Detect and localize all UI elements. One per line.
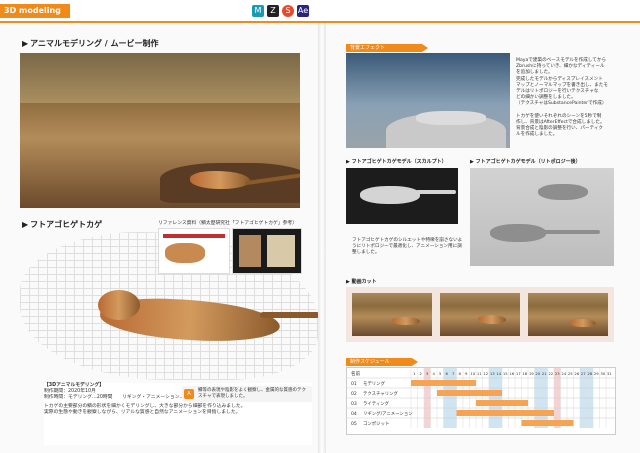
still-text-line: 完成したモデルからディスプレイスメント (516, 76, 603, 82)
lizard-head (98, 290, 140, 320)
still-text-line: （テクスチャはSubstancePainterで作成） (516, 101, 607, 107)
render-scene (346, 53, 510, 148)
day-header: 18 (522, 371, 527, 376)
tool-icons: M Z S Ae (252, 5, 309, 19)
model-caption: フトアゴヒゲトカゲのシルエットや特徴を崩さないようにリトポロジーで最適化し、アニ… (352, 238, 463, 256)
day-header: 9 (465, 371, 468, 376)
note-text: 鱗等の表現や陰影をよく観察し、金属的な質感のテクスチャで表現しました。 (198, 388, 306, 399)
still-description: Mayaで建築のベースモデルを作成してから Zbrushに持っていき、細かなディテ… (516, 58, 616, 138)
note-tag: A (184, 389, 194, 399)
day-header: 21 (542, 371, 547, 376)
top-bar: 3D modeling M Z S Ae (0, 0, 640, 23)
day-header: 24 (561, 371, 566, 376)
aftereffects-icon: Ae (297, 5, 309, 17)
day-header: 4 (433, 371, 436, 376)
sculpt-render (346, 168, 458, 224)
task-name: モデリング (363, 380, 386, 387)
schedule-header-label: 名前 (351, 370, 361, 377)
model-label-sculpt: ▶ フトアゴヒゲトカゲモデル（スカルプト） (346, 159, 447, 165)
portfolio-spread: 3D modeling M Z S Ae ▶ アニマルモデリング / ムービー制作… (0, 0, 640, 453)
section-tab: 3D modeling (0, 4, 70, 18)
reference-label: リファレンス資料（鱗太歴研究社「フトアゴヒゲトカゲ」参考） (158, 221, 298, 226)
day-header: 28 (587, 371, 592, 376)
day-header: 27 (581, 371, 586, 376)
section-title-lizard: ▶ フトアゴヒゲトカゲ (22, 220, 103, 229)
still-text-line: トカゲを使いそれぞれのシーンを5秒で制 (516, 113, 602, 119)
day-header: 8 (459, 371, 462, 376)
schedule-grid: 名前 1 2 3 4 5 6 7 8 9 10 11 12 13 14 15 16 17 18 19 20 21 22 23 2… (347, 368, 615, 428)
day-header: 5 (439, 371, 442, 376)
still-label: 背景エフェクト (346, 44, 428, 52)
movie-frame (440, 293, 520, 336)
movie-label: ▶ 動画カット (346, 279, 377, 285)
task-bar (456, 410, 554, 416)
task-name: ライティング (363, 400, 390, 407)
task-bar (437, 390, 502, 396)
task-name: テクスチャリング (363, 390, 399, 397)
reference-image-photos (232, 228, 302, 274)
substance-icon: S (282, 5, 294, 17)
task-id: 03 (351, 401, 357, 407)
day-header: 17 (516, 371, 521, 376)
schedule-label: 制作スケジュール (346, 358, 418, 366)
day-header: 1 (413, 371, 416, 376)
day-header: 11 (477, 371, 482, 376)
section-title-modeling: ▶ アニマルモデリング / ムービー制作 (22, 39, 159, 48)
maya-icon: M (252, 5, 264, 17)
reference-image-book (158, 228, 230, 274)
day-header: 26 (574, 371, 579, 376)
day-header: 25 (568, 371, 573, 376)
day-header: 20 (535, 371, 540, 376)
info-line: 実際の生態や動きを観察しながら、リアルな質感と自然なアニメーションを目指しました… (44, 410, 241, 415)
day-header: 29 (594, 371, 599, 376)
task-name: リギング/アニメーション (363, 410, 413, 417)
movie-strip (346, 287, 614, 342)
task-bar (476, 400, 528, 406)
day-header: 31 (607, 371, 612, 376)
day-header: 22 (548, 371, 553, 376)
model-label-retopo: ▶ フトアゴヒゲトカゲモデル（リトポロジー後） (470, 159, 581, 165)
page-gutter (318, 23, 326, 453)
task-id: 01 (351, 381, 357, 387)
day-header: 30 (600, 371, 605, 376)
schedule-table: 名前 1 2 3 4 5 6 7 8 9 10 11 12 13 14 15 16 17 18 19 20 21 22 23 2… (346, 367, 616, 435)
task-bar (411, 380, 476, 386)
retopo-render (470, 168, 614, 266)
day-header: 14 (496, 371, 501, 376)
task-id: 04 (351, 411, 357, 417)
day-header: 19 (529, 371, 534, 376)
movie-frame (528, 293, 608, 336)
hero-photo (20, 53, 300, 208)
info-note: A 鱗等の表現や陰影をよく観察し、金属的な質感のテクスチャで表現しました。 (182, 386, 312, 402)
still-text-line: ルを作成しました。 (516, 132, 558, 138)
task-id: 05 (351, 421, 357, 427)
day-header: 16 (509, 371, 514, 376)
task-bar (521, 420, 574, 426)
day-header: 13 (490, 371, 495, 376)
lizard-subject (190, 171, 250, 189)
task-id: 02 (351, 391, 357, 397)
day-header: 2 (420, 371, 423, 376)
day-header: 10 (470, 371, 475, 376)
movie-frame (352, 293, 432, 336)
zbrush-icon: Z (267, 5, 279, 17)
day-header: 23 (555, 371, 560, 376)
task-name: コンポジット (363, 420, 389, 427)
day-header: 12 (483, 371, 488, 376)
day-header: 15 (503, 371, 508, 376)
